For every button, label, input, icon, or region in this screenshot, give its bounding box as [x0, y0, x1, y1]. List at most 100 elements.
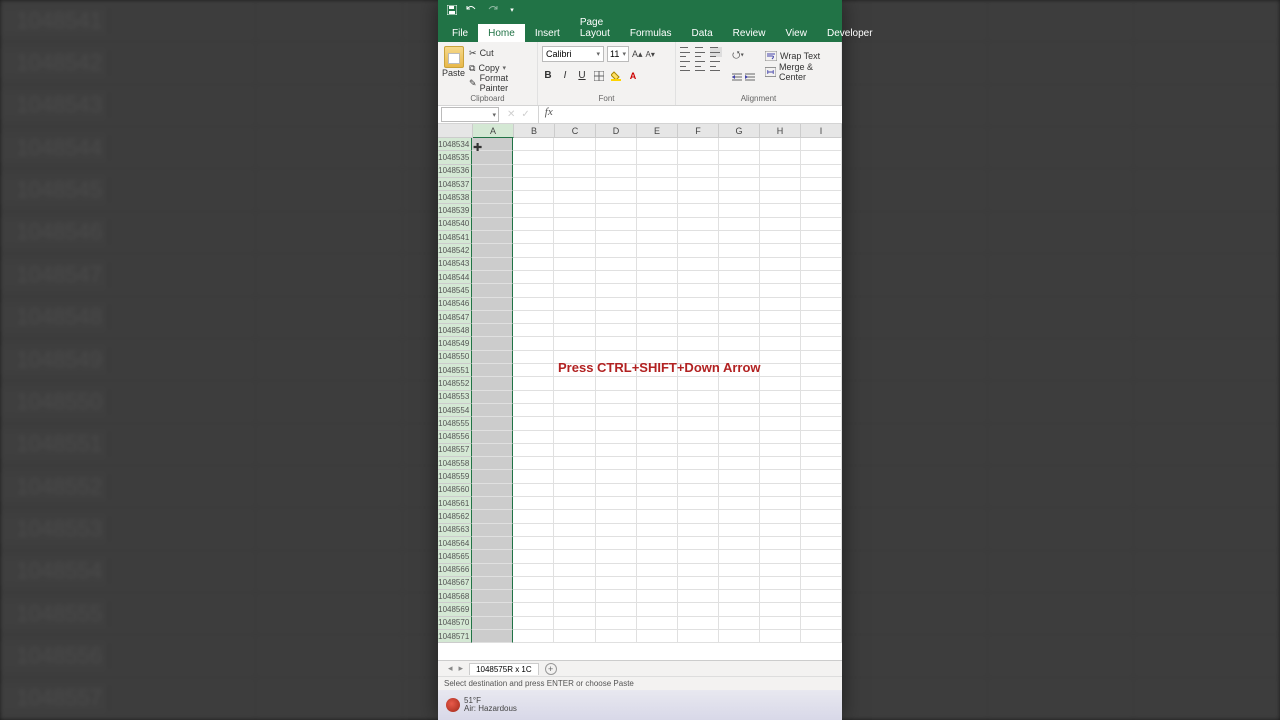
font-size-combo[interactable]: 11 ▾ [607, 46, 629, 62]
cell[interactable] [472, 324, 513, 337]
cell[interactable] [554, 510, 595, 523]
cell[interactable] [596, 603, 637, 616]
cell[interactable] [760, 178, 801, 191]
cell[interactable] [472, 204, 513, 217]
cell[interactable] [637, 457, 678, 470]
row-header[interactable]: 1048556 [438, 431, 472, 444]
row-header[interactable]: 1048551 [438, 364, 472, 377]
cell[interactable] [513, 457, 554, 470]
cell[interactable] [513, 617, 554, 630]
cell[interactable] [801, 617, 842, 630]
formula-cancel-icon[interactable]: ✕ [507, 109, 515, 120]
cell[interactable] [801, 564, 842, 577]
cell[interactable] [678, 178, 719, 191]
row-header[interactable]: 1048560 [438, 484, 472, 497]
row-header[interactable]: 1048540 [438, 218, 472, 231]
cell[interactable] [596, 457, 637, 470]
column-header[interactable]: G [719, 124, 760, 138]
cell[interactable] [596, 191, 637, 204]
select-all-corner[interactable] [438, 124, 473, 138]
row-header[interactable]: 1048544 [438, 271, 472, 284]
column-headers[interactable]: ABCDEFGHI [473, 124, 842, 138]
cell[interactable] [637, 617, 678, 630]
cell[interactable] [472, 298, 513, 311]
cell[interactable] [554, 431, 595, 444]
cell[interactable] [596, 138, 637, 151]
column-header[interactable]: D [596, 124, 637, 138]
cell[interactable] [513, 391, 554, 404]
cell[interactable] [637, 510, 678, 523]
cell[interactable] [678, 484, 719, 497]
cell[interactable] [472, 564, 513, 577]
tab-data[interactable]: Data [682, 24, 723, 42]
tab-review[interactable]: Review [723, 24, 776, 42]
cell[interactable] [596, 444, 637, 457]
row-header[interactable]: 1048537 [438, 178, 472, 191]
increase-indent-button[interactable] [745, 69, 755, 87]
cell[interactable] [472, 603, 513, 616]
cell[interactable] [678, 617, 719, 630]
cell[interactable] [554, 577, 595, 590]
cell[interactable] [554, 550, 595, 563]
cell[interactable] [719, 244, 760, 257]
cell[interactable] [513, 364, 554, 377]
cell[interactable] [760, 550, 801, 563]
cell[interactable] [801, 351, 842, 364]
cell[interactable] [637, 271, 678, 284]
cell[interactable] [472, 258, 513, 271]
cell[interactable] [637, 470, 678, 483]
cell[interactable] [678, 603, 719, 616]
row-header[interactable]: 1048543 [438, 258, 472, 271]
row-header[interactable]: 1048555 [438, 417, 472, 430]
cell[interactable] [513, 377, 554, 390]
row-header[interactable]: 1048565 [438, 550, 472, 563]
fill-color-button[interactable] [610, 71, 622, 81]
cell[interactable] [678, 377, 719, 390]
cell[interactable] [637, 377, 678, 390]
cell[interactable] [719, 191, 760, 204]
cell[interactable] [554, 324, 595, 337]
cell[interactable] [801, 537, 842, 550]
cell[interactable] [719, 204, 760, 217]
cell[interactable] [760, 364, 801, 377]
cell[interactable] [678, 590, 719, 603]
cell[interactable] [637, 417, 678, 430]
cell[interactable] [513, 311, 554, 324]
cell[interactable] [472, 284, 513, 297]
cell[interactable] [678, 258, 719, 271]
cell[interactable] [760, 603, 801, 616]
cell[interactable] [513, 484, 554, 497]
cell[interactable] [596, 564, 637, 577]
cell[interactable] [637, 524, 678, 537]
cell[interactable] [760, 258, 801, 271]
row-header[interactable]: 1048550 [438, 351, 472, 364]
row-header[interactable]: 1048570 [438, 617, 472, 630]
row-header[interactable]: 1048534 [438, 138, 472, 151]
cell[interactable] [637, 218, 678, 231]
cell[interactable] [596, 470, 637, 483]
cell[interactable] [801, 444, 842, 457]
row-header[interactable]: 1048541 [438, 231, 472, 244]
cell[interactable] [554, 377, 595, 390]
orientation-button[interactable]: ⭯▾ [732, 48, 755, 65]
cell[interactable] [513, 444, 554, 457]
row-header[interactable]: 1048561 [438, 497, 472, 510]
cell[interactable] [760, 431, 801, 444]
row-header[interactable]: 1048542 [438, 244, 472, 257]
cell[interactable] [596, 630, 637, 643]
cell[interactable] [513, 258, 554, 271]
cell[interactable] [801, 431, 842, 444]
cell[interactable] [596, 284, 637, 297]
cell[interactable] [596, 617, 637, 630]
cell[interactable] [719, 457, 760, 470]
cell[interactable] [554, 457, 595, 470]
cell[interactable] [513, 564, 554, 577]
cell[interactable] [513, 510, 554, 523]
cell[interactable] [678, 431, 719, 444]
row-header[interactable]: 1048558 [438, 457, 472, 470]
cell[interactable] [554, 138, 595, 151]
cell[interactable] [637, 404, 678, 417]
cell[interactable] [596, 590, 637, 603]
cell[interactable] [801, 324, 842, 337]
cell[interactable] [637, 231, 678, 244]
